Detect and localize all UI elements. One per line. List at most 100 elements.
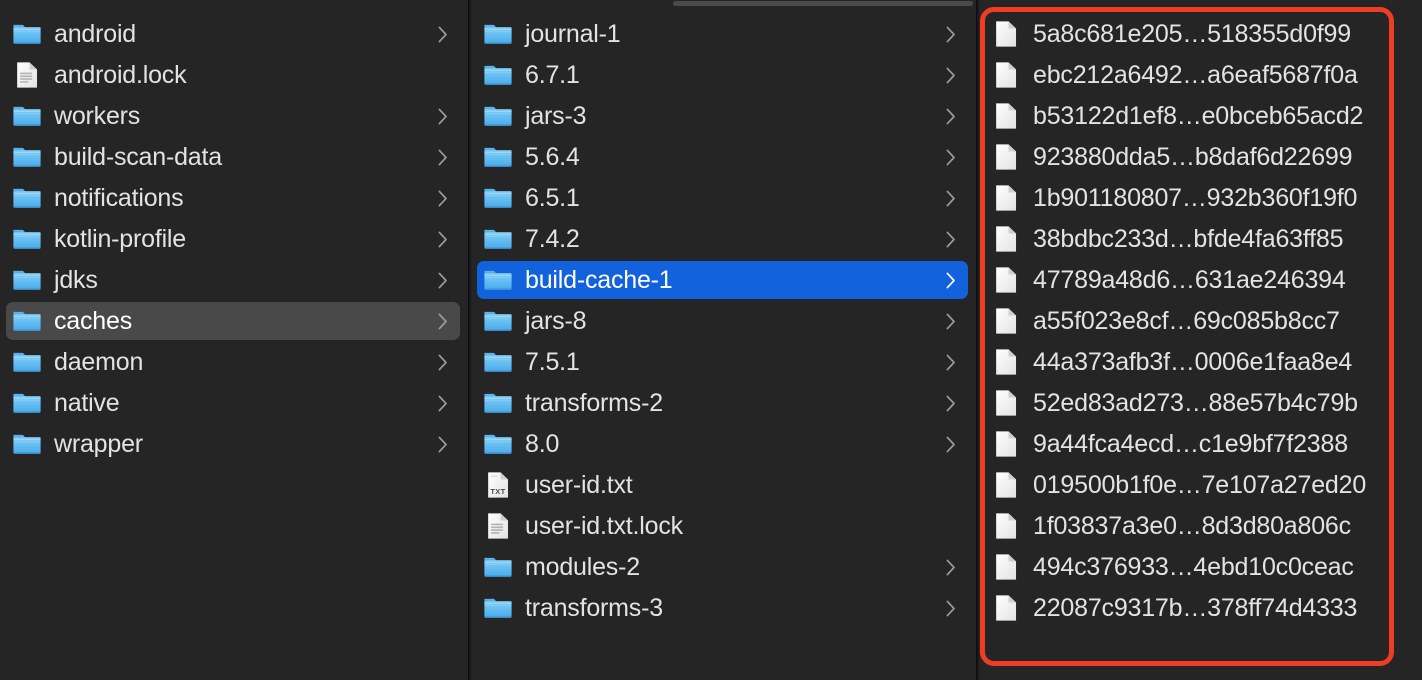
list-item[interactable]: 7.5.1 — [477, 343, 968, 381]
chevron-right-icon[interactable] — [436, 392, 450, 414]
blank-file-icon — [991, 265, 1021, 295]
folder-icon — [12, 265, 42, 295]
list-item[interactable]: caches — [6, 302, 460, 340]
folder-icon — [483, 224, 513, 254]
list-item[interactable]: 22087c9317b…378ff74d4333 — [985, 589, 1417, 627]
list-item[interactable]: 494c376933…4ebd10c0ceac — [985, 548, 1417, 586]
list-item-label: modules-2 — [525, 552, 640, 581]
list-item-label: 1f03837a3e0…8d3d80a806c — [1033, 511, 1351, 540]
folder-icon — [12, 224, 42, 254]
chevron-right-icon[interactable] — [944, 269, 958, 291]
chevron-right-icon[interactable] — [944, 433, 958, 455]
list-item[interactable]: 6.5.1 — [477, 179, 968, 217]
list-item[interactable]: journal-1 — [477, 15, 968, 53]
list-item[interactable]: android — [6, 15, 460, 53]
list-item-label: 5.6.4 — [525, 142, 580, 171]
folder-icon — [483, 183, 513, 213]
list-item[interactable]: build-cache-1 — [477, 261, 968, 299]
list-item-label: wrapper — [54, 429, 143, 458]
list-item[interactable]: 47789a48d6…631ae246394 — [985, 261, 1417, 299]
column-build-cache-1[interactable]: 5a8c681e205…518355d0f99 ebc212a6492…a6ea… — [979, 0, 1422, 680]
list-item[interactable]: transforms-2 — [477, 384, 968, 422]
blank-file-icon — [991, 347, 1021, 377]
list-item[interactable]: user-id.txt.lock — [477, 507, 968, 545]
list-item[interactable]: daemon — [6, 343, 460, 381]
chevron-right-icon[interactable] — [436, 269, 450, 291]
column-caches[interactable]: journal-1 6.7.1 jars-3 5.6.4 6.5.1 7.4.2… — [471, 0, 976, 680]
list-item[interactable]: build-scan-data — [6, 138, 460, 176]
column-gradle-home[interactable]: android android.lock workers build-scan-… — [0, 0, 468, 680]
blank-file-icon — [991, 552, 1021, 582]
list-item[interactable]: 1b901180807…932b360f19f0 — [985, 179, 1417, 217]
chevron-right-icon[interactable] — [944, 228, 958, 250]
list-item[interactable]: 923880dda5…b8daf6d22699 — [985, 138, 1417, 176]
list-item[interactable]: android.lock — [6, 56, 460, 94]
list-item[interactable]: 44a373afb3f…0006e1faa8e4 — [985, 343, 1417, 381]
chevron-right-icon[interactable] — [944, 146, 958, 168]
list-item-label: b53122d1ef8…e0bceb65acd2 — [1033, 101, 1364, 130]
chevron-right-icon[interactable] — [436, 187, 450, 209]
chevron-right-icon[interactable] — [944, 556, 958, 578]
list-item[interactable]: kotlin-profile — [6, 220, 460, 258]
list-item[interactable]: 5.6.4 — [477, 138, 968, 176]
list-item-label: 7.4.2 — [525, 224, 580, 253]
list-item[interactable]: 1f03837a3e0…8d3d80a806c — [985, 507, 1417, 545]
list-item[interactable]: notifications — [6, 179, 460, 217]
list-item[interactable]: 52ed83ad273…88e57b4c79b — [985, 384, 1417, 422]
list-item[interactable]: 019500b1f0e…7e107a27ed20 — [985, 466, 1417, 504]
list-item[interactable]: workers — [6, 97, 460, 135]
list-item[interactable]: TXT user-id.txt — [477, 466, 968, 504]
chevron-right-icon[interactable] — [436, 351, 450, 373]
chevron-right-icon[interactable] — [944, 23, 958, 45]
list-item[interactable]: jdks — [6, 261, 460, 299]
list-item-label: caches — [54, 306, 133, 335]
list-item[interactable]: 5a8c681e205…518355d0f99 — [985, 15, 1417, 53]
blank-file-icon — [991, 593, 1021, 623]
chevron-right-icon[interactable] — [436, 146, 450, 168]
chevron-right-icon[interactable] — [944, 597, 958, 619]
list-item[interactable]: 7.4.2 — [477, 220, 968, 258]
chevron-right-icon[interactable] — [944, 105, 958, 127]
list-item-label: 6.7.1 — [525, 60, 580, 89]
list-item[interactable]: jars-8 — [477, 302, 968, 340]
list-item[interactable]: a55f023e8cf…69c085b8cc7 — [985, 302, 1417, 340]
list-item[interactable]: modules-2 — [477, 548, 968, 586]
chevron-right-icon[interactable] — [944, 187, 958, 209]
chevron-right-icon[interactable] — [436, 23, 450, 45]
blank-file-icon — [991, 306, 1021, 336]
chevron-right-icon[interactable] — [944, 392, 958, 414]
list-item-label: 38bdbc233d…bfde4fa63ff85 — [1033, 224, 1344, 253]
chevron-right-icon[interactable] — [944, 310, 958, 332]
list-item-label: journal-1 — [525, 19, 621, 48]
list-item-label: transforms-2 — [525, 388, 663, 417]
chevron-right-icon[interactable] — [944, 64, 958, 86]
list-item[interactable]: jars-3 — [477, 97, 968, 135]
list-item-label: 494c376933…4ebd10c0ceac — [1033, 552, 1354, 581]
folder-icon — [12, 101, 42, 131]
chevron-right-icon[interactable] — [944, 351, 958, 373]
blank-file-icon — [991, 183, 1021, 213]
chevron-right-icon[interactable] — [436, 228, 450, 250]
list-item[interactable]: ebc212a6492…a6eaf5687f0a — [985, 56, 1417, 94]
chevron-right-icon[interactable] — [436, 310, 450, 332]
list-item-label: 1b901180807…932b360f19f0 — [1033, 183, 1358, 212]
blank-file-icon — [991, 511, 1021, 541]
chevron-right-icon[interactable] — [436, 105, 450, 127]
folder-icon — [12, 306, 42, 336]
list-item[interactable]: 8.0 — [477, 425, 968, 463]
document-icon — [483, 511, 513, 541]
list-item[interactable]: 6.7.1 — [477, 56, 968, 94]
list-item[interactable]: wrapper — [6, 425, 460, 463]
blank-file-icon — [991, 429, 1021, 459]
list-item[interactable]: 38bdbc233d…bfde4fa63ff85 — [985, 220, 1417, 258]
list-item-label: 22087c9317b…378ff74d4333 — [1033, 593, 1358, 622]
list-item[interactable]: transforms-3 — [477, 589, 968, 627]
list-item-label: 5a8c681e205…518355d0f99 — [1033, 19, 1351, 48]
blank-file-icon — [991, 101, 1021, 131]
list-item[interactable]: b53122d1ef8…e0bceb65acd2 — [985, 97, 1417, 135]
list-item-label: notifications — [54, 183, 184, 212]
list-item[interactable]: 9a44fca4ecd…c1e9bf7f2388 — [985, 425, 1417, 463]
chevron-right-icon[interactable] — [436, 433, 450, 455]
list-item[interactable]: native — [6, 384, 460, 422]
list-item-label: 9a44fca4ecd…c1e9bf7f2388 — [1033, 429, 1348, 458]
